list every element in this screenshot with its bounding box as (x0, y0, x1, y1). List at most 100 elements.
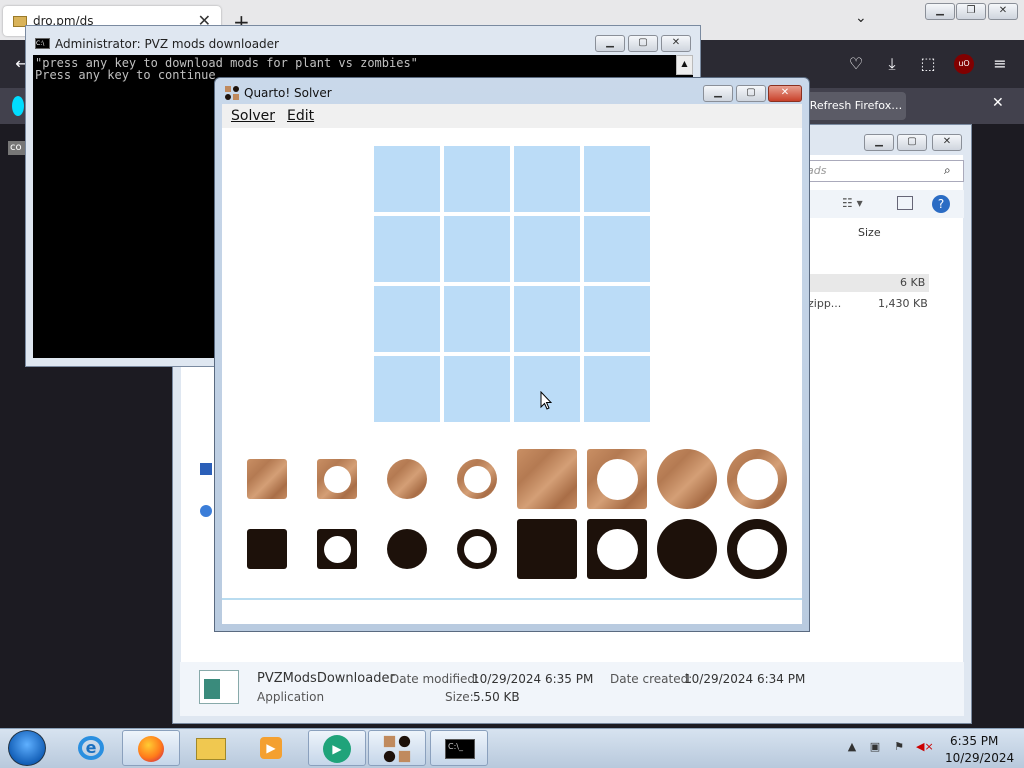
size-label: Size: (445, 690, 474, 704)
explorer-close-button[interactable]: ✕ (932, 134, 962, 151)
menu-icon[interactable]: ≡ (990, 54, 1010, 74)
piece-hole (323, 535, 351, 563)
search-icon[interactable]: ⌕ (944, 163, 951, 178)
board-cell[interactable] (444, 286, 510, 352)
board-cell[interactable] (514, 356, 580, 422)
volume-muted-icon[interactable]: ◀× (916, 740, 934, 754)
board-cell[interactable] (514, 146, 580, 212)
preview-pane-icon[interactable] (897, 196, 913, 210)
board-cell[interactable] (444, 216, 510, 282)
nav-computer-icon[interactable] (200, 463, 212, 475)
size-value: 5.50 KB (473, 690, 520, 704)
clock-time[interactable]: 6:35 PM (950, 734, 998, 748)
quarto-piece-dark-square-large[interactable] (517, 519, 577, 579)
firefox-restore-button[interactable]: ❐ (956, 3, 986, 20)
file-size: 6 KB (900, 276, 926, 289)
cmd-maximize-button[interactable]: ▢ (628, 35, 658, 52)
board-cell[interactable] (584, 146, 650, 212)
piece-hole (596, 458, 638, 500)
help-icon[interactable]: ? (932, 195, 950, 213)
date-modified-value: 10/29/2024 6:35 PM (472, 672, 594, 686)
quarto-piece-light-square-hollow-small[interactable] (317, 459, 357, 499)
mouse-cursor-icon (540, 391, 552, 410)
menu-edit[interactable]: Edit (287, 108, 314, 124)
explorer-minimize-button[interactable]: ▁ (864, 134, 894, 151)
board-cell[interactable] (374, 216, 440, 282)
quarto-piece-light-circle-hollow-large[interactable] (727, 449, 787, 509)
explorer-search-input[interactable]: ads (800, 160, 964, 182)
board-cell[interactable] (584, 356, 650, 422)
ublock-icon[interactable]: uO (954, 54, 974, 74)
action-center-icon[interactable]: ⚑ (892, 740, 906, 754)
file-name[interactable]: zipp... (808, 297, 841, 310)
nav-network-icon[interactable] (200, 505, 212, 517)
start-button[interactable] (8, 730, 46, 766)
quarto-piece-dark-square-small[interactable] (247, 529, 287, 569)
explorer-maximize-button[interactable]: ▢ (897, 134, 927, 151)
quarto-piece-light-square-small[interactable] (247, 459, 287, 499)
quarto-maximize-button[interactable]: ▢ (736, 85, 766, 102)
taskbar-app-green[interactable]: ▶ (308, 730, 366, 766)
details-file-type: Application (257, 690, 325, 704)
show-hidden-icons[interactable]: ▲ (845, 740, 859, 754)
cmd-title: Administrator: PVZ mods downloader (55, 37, 279, 51)
file-size: 1,430 KB (878, 297, 928, 310)
piece-hole (463, 465, 491, 493)
taskbar-media-player[interactable]: ▶ (242, 730, 300, 766)
quarto-piece-light-square-hollow-large[interactable] (587, 449, 647, 509)
taskbar-internet-explorer[interactable]: e (62, 730, 120, 766)
board-cell[interactable] (584, 216, 650, 282)
board-cell[interactable] (584, 286, 650, 352)
quarto-app-icon (383, 735, 411, 763)
cmd-minimize-button[interactable]: ▁ (595, 35, 625, 52)
refresh-firefox-button[interactable]: Refresh Firefox… (806, 92, 906, 120)
quarto-app-icon (225, 86, 239, 100)
view-options-icon[interactable]: ☷ ▾ (842, 196, 863, 210)
menu-solver[interactable]: Solver (231, 108, 275, 124)
quarto-piece-light-circle-hollow-small[interactable] (457, 459, 497, 499)
firefox-close-button[interactable]: ✕ (988, 3, 1018, 20)
board-cell[interactable] (444, 146, 510, 212)
quarto-piece-dark-square-hollow-small[interactable] (317, 529, 357, 569)
internet-explorer-icon: e (78, 736, 104, 760)
quarto-piece-light-square-large[interactable] (517, 449, 577, 509)
quarto-minimize-button[interactable]: ▁ (703, 85, 733, 102)
quarto-close-button[interactable]: ✕ (768, 85, 802, 102)
download-icon[interactable]: ⤓ (882, 54, 902, 74)
clock-date[interactable]: 10/29/2024 (945, 751, 1014, 765)
quarto-piece-dark-circle-hollow-large[interactable] (727, 519, 787, 579)
scroll-up-arrow[interactable]: ▲ (676, 55, 693, 75)
quarto-piece-dark-square-hollow-large[interactable] (587, 519, 647, 579)
command-prompt-icon: C:\_ (445, 739, 475, 759)
taskbar-command-prompt[interactable]: C:\_ (430, 730, 488, 766)
close-notification-icon[interactable]: ✕ (992, 95, 1004, 111)
board-cell[interactable] (374, 146, 440, 212)
quarto-piece-dark-circle-small[interactable] (387, 529, 427, 569)
quarto-status-bar (222, 598, 802, 624)
board-cell[interactable] (514, 286, 580, 352)
board-cell[interactable] (374, 356, 440, 422)
network-icon[interactable]: ▣ (868, 740, 882, 754)
piece-hole (323, 465, 351, 493)
extensions-icon[interactable]: ⬚ (918, 54, 938, 74)
list-tabs-icon[interactable]: ⌄ (855, 10, 867, 26)
size-column-header[interactable]: Size (858, 226, 881, 239)
piece-hole (463, 535, 491, 563)
firefox-minimize-button[interactable]: ▁ (925, 3, 955, 20)
board-cell[interactable] (374, 286, 440, 352)
board-cell[interactable] (444, 356, 510, 422)
details-file-name: PVZModsDownloader (257, 671, 395, 686)
taskbar-firefox[interactable] (122, 730, 180, 766)
quarto-piece-dark-circle-large[interactable] (657, 519, 717, 579)
quarto-piece-light-circle-small[interactable] (387, 459, 427, 499)
taskbar-quarto-solver[interactable] (368, 730, 426, 766)
pocket-icon[interactable]: ♡ (846, 54, 866, 74)
quarto-piece-dark-circle-hollow-small[interactable] (457, 529, 497, 569)
cmd-icon: C:\ (35, 38, 50, 49)
date-created-value: 10/29/2024 6:34 PM (684, 672, 806, 686)
cmd-close-button[interactable]: ✕ (661, 35, 691, 52)
board-cell[interactable] (514, 216, 580, 282)
firefox-icon (138, 736, 164, 762)
taskbar-file-explorer[interactable] (182, 730, 240, 766)
quarto-piece-light-circle-large[interactable] (657, 449, 717, 509)
